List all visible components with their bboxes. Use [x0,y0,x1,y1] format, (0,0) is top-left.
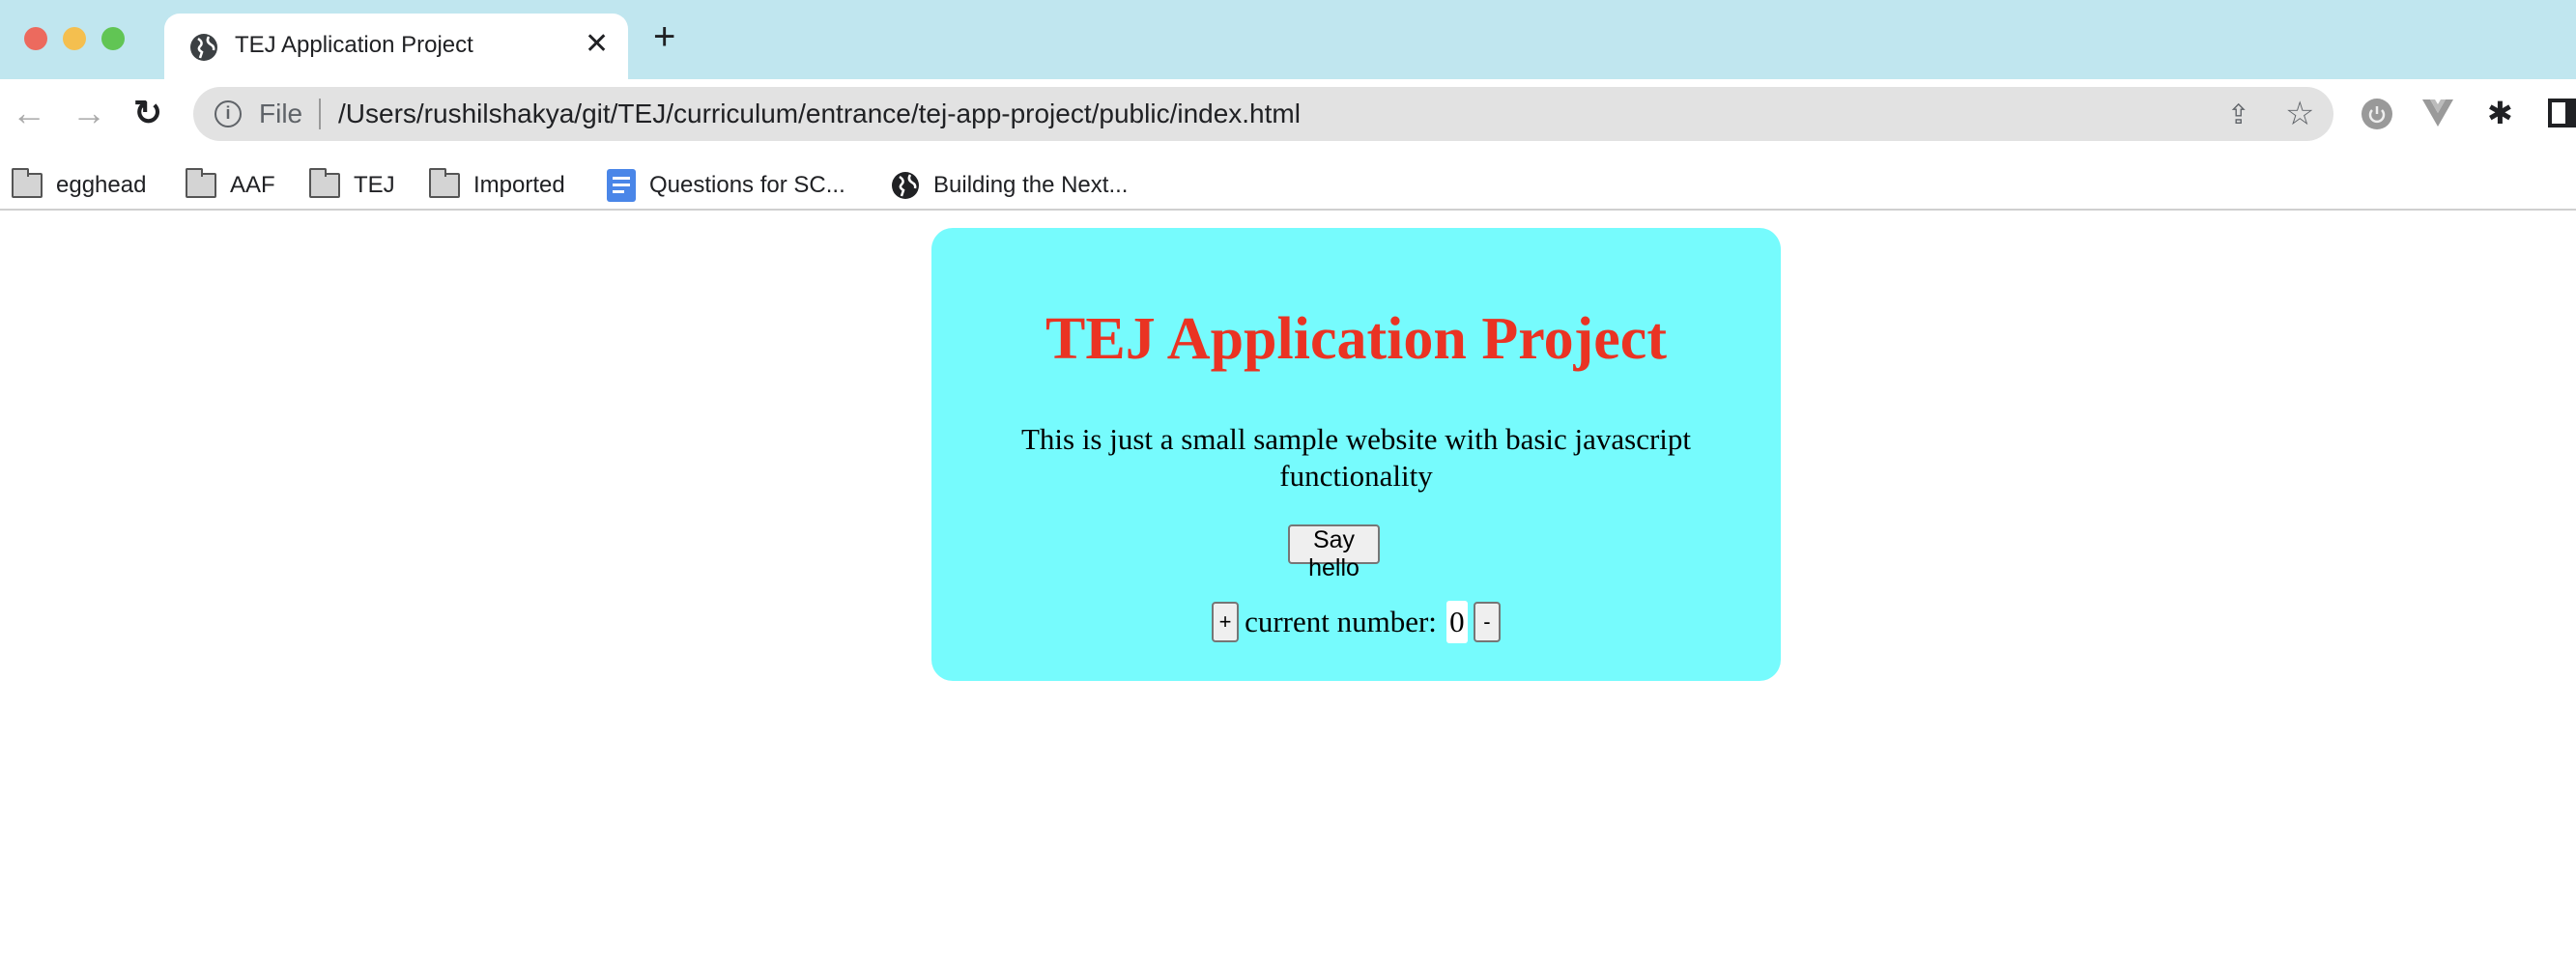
bookmark-label: Building the Next... [933,172,1129,198]
say-hello-button[interactable]: Say hello [1288,524,1380,581]
toolbar: ← → ↻ i File /Users/rushilshakya/git/TEJ… [0,79,2576,160]
folder-icon [186,168,216,198]
folder-icon [429,168,460,198]
maximize-window-button[interactable] [101,27,125,50]
bookmark-imported[interactable]: Imported [429,160,565,211]
page-title: TEJ Application Project [1045,306,1667,372]
decrement-button[interactable]: - [1473,602,1501,642]
folder-icon [309,168,340,198]
url-text[interactable]: /Users/rushilshakya/git/TEJ/curriculum/e… [338,99,1301,129]
bookmark-label: Imported [473,172,565,198]
bookmark-aaf[interactable]: AAF [186,160,275,211]
divider [319,99,321,129]
close-tab-icon[interactable]: ✕ [585,27,609,61]
bookmark-label: Questions for SC... [649,172,845,198]
bookmarks-bar: egghead AAF TEJ Imported Questions for S… [0,160,2576,211]
bookmark-label: TEJ [354,172,395,198]
url-scheme-label: File [259,99,303,128]
globe-icon [892,172,919,199]
minimize-window-button[interactable] [63,27,86,50]
new-tab-button[interactable]: + [653,17,675,56]
description: This is just a small sample website with… [1020,422,1692,493]
close-window-button[interactable] [24,27,47,50]
info-icon[interactable]: i [215,100,242,127]
tab-bar: TEJ Application Project ✕ + [0,0,2576,79]
bookmark-label: egghead [56,172,147,198]
vue-devtools-icon[interactable] [2422,99,2453,127]
bookmark-label: AAF [230,172,275,198]
side-panel-icon[interactable] [2548,99,2576,127]
bookmark-questions[interactable]: Questions for SC... [607,160,845,211]
tab-title: TEJ Application Project [235,32,473,58]
bookmark-egghead[interactable]: egghead [12,160,146,211]
forward-button[interactable]: → [72,93,106,133]
bookmark-tej[interactable]: TEJ [309,160,395,211]
back-button[interactable]: ← [12,93,46,133]
share-icon[interactable]: ⇪ [2227,99,2249,130]
address-bar[interactable]: i File /Users/rushilshakya/git/TEJ/curri… [193,87,2333,141]
counter-label: current number: [1245,605,1437,638]
bookmark-star-icon[interactable]: ☆ [2285,95,2314,133]
app-card: TEJ Application Project This is just a s… [931,228,1781,681]
counter-value: 0 [1445,601,1468,643]
extensions-puzzle-icon[interactable]: ✱ [2487,95,2513,131]
increment-button[interactable]: + [1212,602,1240,642]
reload-button[interactable]: ↻ [133,93,162,133]
globe-icon [190,34,217,61]
google-docs-icon [607,169,636,202]
power-extension-icon[interactable] [2361,99,2392,129]
counter-row: + current number: 0 - [931,601,1781,643]
folder-icon [12,168,43,198]
tab-active[interactable]: TEJ Application Project ✕ [164,14,628,79]
bookmark-building[interactable]: Building the Next... [891,160,1128,211]
